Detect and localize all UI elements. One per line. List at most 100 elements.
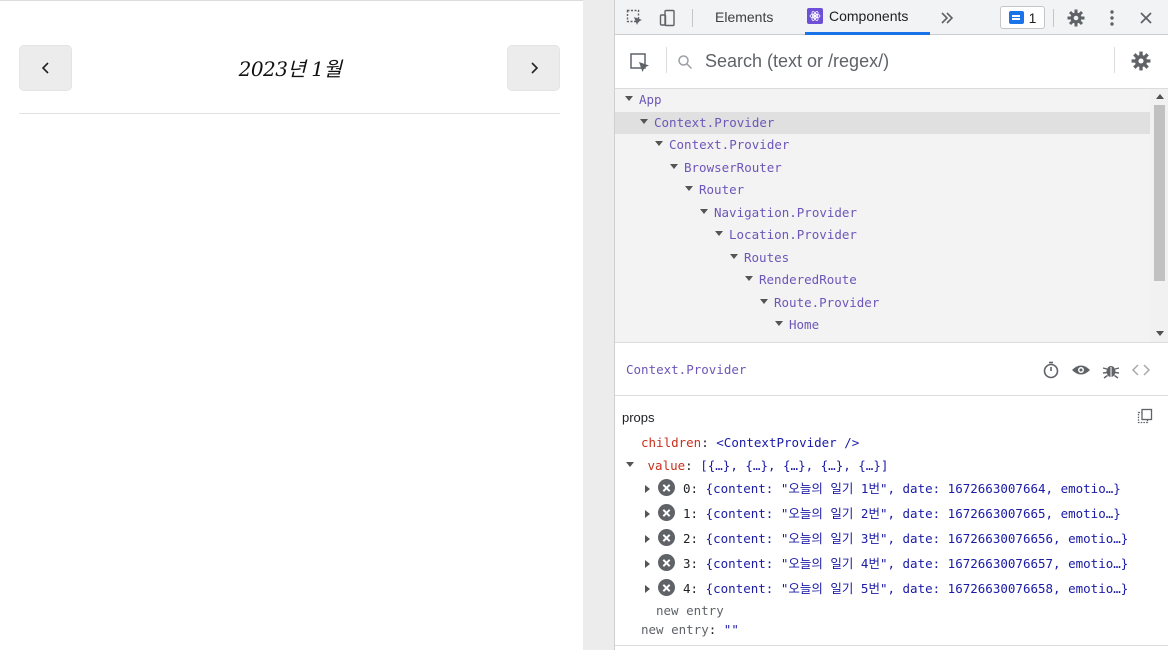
prev-month-button[interactable] (19, 45, 72, 91)
tree-item-label: App (639, 92, 662, 107)
expand-arrow-icon[interactable] (715, 231, 723, 236)
expand-arrow-icon[interactable] (645, 584, 650, 593)
more-options-icon[interactable] (1102, 8, 1122, 28)
expand-arrow-icon[interactable] (775, 321, 783, 326)
expand-arrow-icon[interactable] (645, 534, 650, 543)
delete-entry-icon[interactable] (658, 554, 675, 571)
copy-icon[interactable] (1137, 408, 1153, 424)
value-entry-row[interactable]: 2: {content: "오늘의 일기 3번", date: 16726630… (645, 526, 1163, 551)
new-entry-row[interactable]: new entry: "" (641, 619, 739, 641)
new-entry-value[interactable]: "" (724, 622, 739, 637)
tree-item-label: Home (789, 317, 820, 332)
tree-item[interactable]: Location.Provider (615, 224, 1150, 246)
entry-index: 0 (683, 481, 691, 496)
tree-item[interactable]: Context.Provider (615, 134, 1150, 156)
expand-arrow-icon[interactable] (645, 509, 650, 518)
expand-arrow-icon[interactable] (645, 559, 650, 568)
tree-item-label: Context.Provider (669, 137, 790, 152)
selected-component-name: Context.Provider (626, 362, 747, 377)
device-toolbar-icon[interactable] (658, 8, 678, 28)
tree-scroll-thumb[interactable] (1154, 105, 1165, 281)
view-source-icon[interactable] (1131, 360, 1151, 380)
delete-entry-icon[interactable] (658, 504, 675, 521)
search-icon (678, 55, 693, 70)
toolbar-separator (692, 9, 693, 27)
prop-children-row[interactable]: children: <ContextProvider /> (641, 432, 859, 454)
close-icon[interactable] (1136, 8, 1156, 28)
tab-elements[interactable]: Elements (715, 0, 773, 35)
react-logo-icon (807, 8, 823, 24)
inspect-element-icon[interactable] (625, 8, 645, 28)
entry-index: 3 (683, 556, 691, 571)
tree-item[interactable]: Route.Provider (615, 292, 1150, 314)
prop-value: <ContextProvider /> (716, 435, 860, 450)
entry-value: {content: "오늘의 일기 1번", date: 16726630076… (705, 481, 1121, 496)
tree-item[interactable]: Home (615, 314, 1150, 336)
tree-item[interactable]: BrowserRouter (615, 157, 1150, 179)
tree-item[interactable]: Routes (615, 247, 1150, 269)
expand-arrow-icon[interactable] (626, 462, 634, 467)
more-tabs-icon[interactable] (937, 8, 957, 28)
devtools-tabbar: Elements Components 1 (615, 0, 1168, 35)
prop-value: [{…}, {…}, {…}, {…}, {…}] (700, 458, 889, 473)
component-tree: App Context.Provider Context.Provider Brows… (615, 89, 1168, 343)
expand-arrow-icon[interactable] (670, 163, 678, 169)
prop-key: value (647, 458, 686, 473)
tree-item-label: Router (699, 182, 745, 197)
tab-components-label: Components (829, 7, 909, 24)
app-pane: 2023년 1월 (0, 0, 583, 650)
entry-value: {content: "오늘의 일기 4번", date: 16726630076… (705, 556, 1129, 571)
value-entry-row[interactable]: 4: {content: "오늘의 일기 5번", date: 16726630… (645, 576, 1163, 601)
tree-item-label: Location.Provider (729, 227, 857, 242)
expand-arrow-icon[interactable] (730, 253, 738, 259)
expand-arrow-icon[interactable] (625, 96, 633, 101)
value-entry-row[interactable]: 3: {content: "오늘의 일기 4번", date: 16726630… (645, 551, 1163, 576)
tree-item-label: Context.Provider (654, 114, 775, 130)
expand-arrow-icon[interactable] (655, 141, 663, 146)
eye-icon[interactable] (1071, 360, 1091, 380)
scroll-down-icon[interactable] (1156, 331, 1164, 336)
expand-arrow-icon[interactable] (700, 208, 708, 214)
expand-arrow-icon[interactable] (745, 276, 753, 281)
value-entry-row[interactable]: 0: {content: "오늘의 일기 1번", date: 16726630… (645, 476, 1163, 501)
tree-item-label: BrowserRouter (684, 159, 782, 175)
tree-item-label: Route.Provider (774, 294, 880, 310)
search-separator (666, 47, 667, 73)
delete-entry-icon[interactable] (658, 479, 675, 496)
value-entry-row[interactable]: 1: {content: "오늘의 일기 2번", date: 16726630… (645, 501, 1163, 526)
expand-arrow-icon[interactable] (760, 298, 768, 304)
tree-item[interactable]: Router (615, 179, 1150, 201)
tree-item[interactable]: App (615, 89, 1150, 111)
settings-gear-icon[interactable] (1131, 51, 1151, 71)
entry-index: 4 (683, 581, 691, 596)
tree-item[interactable]: Context.Provider (615, 111, 1150, 134)
chevron-right-icon (530, 62, 538, 74)
new-entry-key: new entry (641, 622, 709, 637)
issues-count: 1 (1028, 9, 1037, 26)
entry-index: 2 (683, 531, 691, 546)
issues-badge[interactable]: 1 (1000, 6, 1045, 29)
next-month-button[interactable] (507, 45, 560, 91)
delete-entry-icon[interactable] (658, 529, 675, 546)
tree-scrollbar[interactable] (1150, 89, 1168, 342)
tree-item-label: Navigation.Provider (714, 204, 857, 220)
stopwatch-icon[interactable] (1041, 360, 1061, 380)
delete-entry-icon[interactable] (658, 579, 675, 596)
component-search-bar (615, 35, 1168, 89)
search-input[interactable] (705, 48, 1105, 74)
prop-value-row[interactable]: value: [{…}, {…}, {…}, {…}, {…}] (626, 455, 888, 477)
scroll-up-icon[interactable] (1156, 94, 1164, 99)
tree-item[interactable]: Navigation.Provider (615, 202, 1150, 224)
toolbar-separator (1053, 9, 1054, 27)
entry-index: 1 (683, 506, 691, 521)
pane-splitter[interactable] (583, 0, 615, 650)
select-component-icon[interactable] (629, 52, 651, 74)
expand-arrow-icon[interactable] (685, 186, 693, 191)
tree-item[interactable]: RenderedRoute (615, 269, 1150, 291)
selected-component-header: Context.Provider (615, 344, 1168, 396)
bug-icon[interactable] (1101, 360, 1121, 380)
settings-gear-icon[interactable] (1066, 8, 1086, 28)
tab-components[interactable]: Components (805, 0, 930, 35)
expand-arrow-icon[interactable] (640, 118, 648, 124)
expand-arrow-icon[interactable] (645, 484, 650, 493)
